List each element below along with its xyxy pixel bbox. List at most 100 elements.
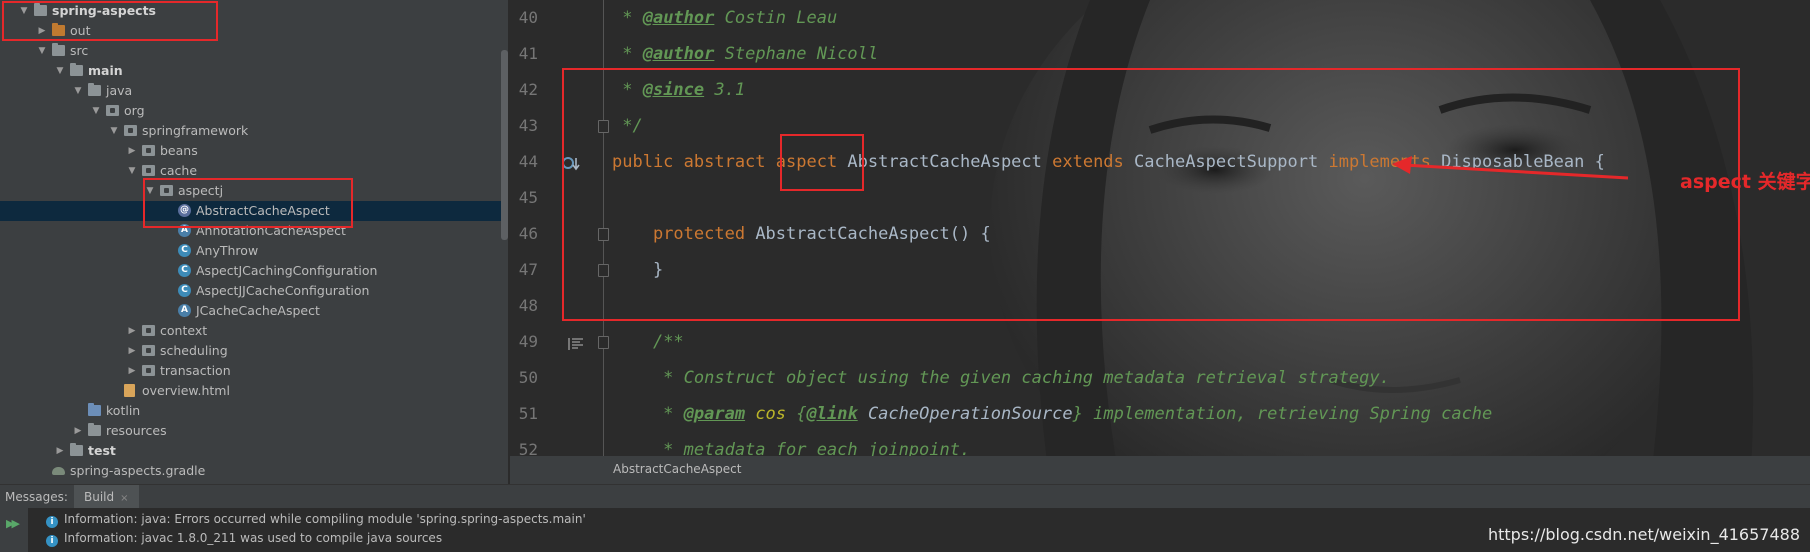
code-text: /**	[612, 332, 684, 352]
package-icon	[124, 125, 137, 136]
tree-row[interactable]: ▶ transaction	[0, 361, 508, 381]
tree-row-label: AnyThrow	[196, 243, 259, 258]
line-number: 50	[518, 368, 538, 387]
annotation-arrow-icon	[1392, 156, 1629, 180]
doc-render-icon[interactable]	[568, 336, 583, 350]
code-text: * @param cos {@link CacheOperationSource…	[612, 404, 1492, 424]
folder-icon	[88, 83, 101, 96]
code-line[interactable]: 40 * @author Costin Leau	[510, 0, 1810, 36]
tree-row[interactable]: ▶ scheduling	[0, 341, 508, 361]
line-number: 44	[518, 152, 538, 171]
breadcrumb-class[interactable]: AbstractCacheAspect	[613, 462, 741, 476]
tree-row-label: springframework	[142, 123, 249, 138]
chevron-down-icon[interactable]: ▼	[108, 121, 120, 141]
chevron-right-icon[interactable]: ▶	[126, 141, 138, 161]
chevron-down-icon[interactable]: ▼	[72, 81, 84, 101]
code-line[interactable]: 49 /**	[510, 324, 1810, 360]
tree-row-label: context	[160, 323, 208, 338]
tree-row[interactable]: ▼ java	[0, 81, 508, 101]
folder-icon	[70, 443, 83, 456]
folder-icon	[70, 63, 83, 76]
line-number: 46	[518, 224, 538, 243]
code-token: {	[796, 404, 807, 424]
message-row[interactable]: i Information: javac 1.8.0_211 was used t…	[46, 531, 442, 547]
line-number: 45	[518, 188, 538, 207]
kotlin-folder-icon	[88, 403, 101, 416]
project-tree-rows: ▼ spring-aspects ▶ out ▼ src ▼ main ▼ java ▼ org ▼ sp…	[0, 1, 508, 481]
package-icon	[142, 145, 155, 156]
highlight-box-aspectj-package	[143, 178, 353, 228]
close-icon[interactable]: ×	[120, 493, 128, 504]
line-number: 40	[518, 8, 538, 27]
chevron-right-icon[interactable]: ▶	[126, 321, 138, 341]
code-token: } implementation, retrieving Spring cach…	[1072, 404, 1493, 424]
code-editor[interactable]: 40 * @author Costin Leau 41 * @author Ste…	[510, 0, 1810, 484]
tree-row[interactable]: ▶ resources	[0, 421, 508, 441]
messages-header: Messages: Build ×	[0, 484, 1810, 508]
tree-row[interactable]: kotlin	[0, 401, 508, 421]
tree-row[interactable]: A JCacheCacheAspect	[0, 301, 508, 321]
tree-row[interactable]: spring-aspects.gradle	[0, 461, 508, 481]
line-number: 51	[518, 404, 538, 423]
code-token: Stephane Nicoll	[714, 44, 879, 64]
folder-icon	[52, 43, 65, 56]
code-text: * Construct object using the given cachi…	[612, 368, 1390, 388]
tree-row[interactable]: C AspectJJCacheConfiguration	[0, 281, 508, 301]
code-token: * Construct object using the given cachi…	[612, 368, 1390, 388]
messages-label: Messages:	[5, 490, 68, 504]
tree-row[interactable]: ▶ test	[0, 441, 508, 461]
code-token: @param	[683, 404, 746, 424]
code-line[interactable]: 41 * @author Stephane Nicoll	[510, 36, 1810, 72]
tree-row[interactable]: ▶ beans	[0, 141, 508, 161]
tab-build[interactable]: Build ×	[74, 485, 139, 508]
tree-row-label: transaction	[160, 363, 231, 378]
tree-row[interactable]: ▼ springframework	[0, 121, 508, 141]
chevron-down-icon[interactable]: ▼	[126, 161, 138, 181]
tree-row[interactable]: ▼ src	[0, 41, 508, 61]
chevron-right-icon[interactable]: ▶	[126, 361, 138, 381]
tab-build-label: Build	[84, 490, 115, 504]
tree-row-label: scheduling	[160, 343, 228, 358]
message-row[interactable]: i Information: java: Errors occurred whil…	[46, 512, 586, 528]
tree-row[interactable]: ▼ main	[0, 61, 508, 81]
tree-row-label: resources	[106, 423, 167, 438]
tree-row[interactable]: ▶ context	[0, 321, 508, 341]
package-icon	[142, 365, 155, 376]
annotation-note: aspect 关键字 javac 编译器不认识	[1680, 171, 1810, 193]
highlight-box-aspect-keyword	[780, 134, 864, 191]
watermark: https://blog.csdn.net/weixin_41657488	[1487, 525, 1800, 544]
code-token: cos	[745, 404, 797, 424]
tree-scrollbar[interactable]	[501, 50, 508, 240]
package-icon	[142, 165, 155, 176]
chevron-right-icon[interactable]: ▶	[54, 441, 66, 461]
package-icon	[142, 345, 155, 356]
code-line[interactable]: 51 * @param cos {@link CacheOperationSou…	[510, 396, 1810, 432]
chevron-down-icon[interactable]: ▼	[90, 101, 102, 121]
project-tree[interactable]: ▼ spring-aspects ▶ out ▼ src ▼ main ▼ java ▼ org ▼ sp…	[0, 0, 508, 484]
tree-row[interactable]: C AnyThrow	[0, 241, 508, 261]
chevron-right-icon[interactable]: ▶	[72, 421, 84, 441]
chevron-right-icon[interactable]: ▶	[126, 341, 138, 361]
code-line[interactable]: 50 * Construct object using the given ca…	[510, 360, 1810, 396]
tree-row-label: overview.html	[142, 383, 230, 398]
abstract-class-icon: A	[178, 304, 191, 317]
rerun-icon[interactable]: ▶▶	[6, 517, 20, 530]
fold-marker-icon[interactable]	[598, 336, 609, 349]
html-file-icon	[124, 384, 135, 397]
line-number: 49	[518, 332, 538, 351]
code-token: @author	[642, 8, 715, 28]
line-number: 47	[518, 260, 538, 279]
message-text: Information: javac 1.8.0_211 was used to…	[64, 531, 443, 545]
chevron-down-icon[interactable]: ▼	[36, 41, 48, 61]
tree-row[interactable]: overview.html	[0, 381, 508, 401]
code-token: @link	[806, 404, 858, 424]
code-text: * @author Costin Leau	[612, 8, 837, 28]
chevron-down-icon[interactable]: ▼	[54, 61, 66, 81]
package-icon	[142, 325, 155, 336]
info-icon: i	[46, 535, 58, 547]
editor-breadcrumb[interactable]: AbstractCacheAspect	[510, 456, 1810, 484]
tree-row[interactable]: ▼ org	[0, 101, 508, 121]
tree-row[interactable]: C AspectJCachingConfiguration	[0, 261, 508, 281]
folder-icon	[88, 423, 101, 436]
line-number: 48	[518, 296, 538, 315]
